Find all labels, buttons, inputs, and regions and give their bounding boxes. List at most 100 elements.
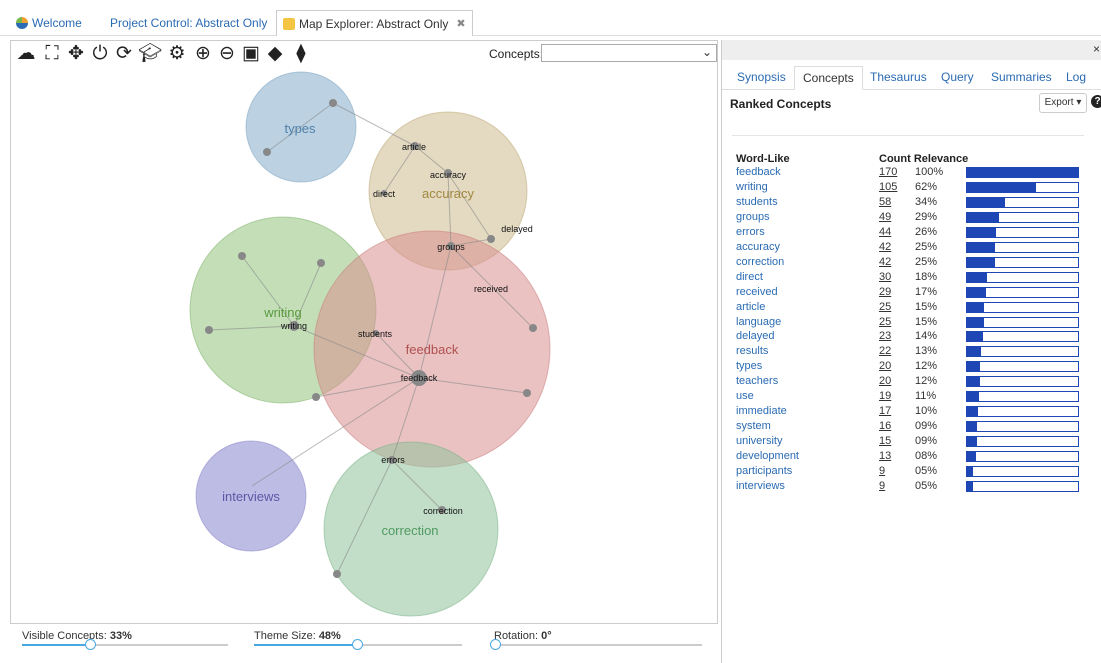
table-row[interactable]: errors 44 26% [736, 226, 1096, 241]
concept-count[interactable]: 44 [879, 226, 891, 238]
concept-count[interactable]: 25 [879, 301, 891, 313]
table-row[interactable]: participants 9 05% [736, 465, 1096, 480]
concept-word[interactable]: received [736, 286, 778, 298]
theme-size-slider[interactable]: Theme Size: 48% [254, 628, 462, 658]
concept-count[interactable]: 16 [879, 420, 891, 432]
table-row[interactable]: writing 105 62% [736, 181, 1096, 196]
slider-knob[interactable] [85, 639, 96, 650]
table-row[interactable]: interviews 9 05% [736, 480, 1096, 495]
concept-word[interactable]: groups [736, 211, 770, 223]
concept-word[interactable]: development [736, 450, 799, 462]
concept-count[interactable]: 170 [879, 166, 897, 178]
tab-log[interactable]: Log [1058, 66, 1094, 90]
concept-count[interactable]: 49 [879, 211, 891, 223]
concept-word[interactable]: participants [736, 465, 792, 477]
table-row[interactable]: groups 49 29% [736, 211, 1096, 226]
tab-welcome[interactable]: Welcome [10, 12, 88, 34]
tab-map-explorer[interactable]: Map Explorer: Abstract Only ✖ [276, 10, 473, 36]
zoom-out-icon[interactable]: ⊖ [216, 43, 238, 65]
concept-word[interactable]: delayed [736, 330, 775, 342]
fit-icon[interactable]: ⛶ [41, 43, 63, 65]
concept-count[interactable]: 105 [879, 181, 897, 193]
tab-summaries[interactable]: Summaries [983, 66, 1060, 90]
concept-count[interactable]: 13 [879, 450, 891, 462]
concept-word[interactable]: results [736, 345, 768, 357]
concept-word[interactable]: article [736, 301, 765, 313]
concept-word[interactable]: correction [736, 256, 784, 268]
slider-knob[interactable] [490, 639, 501, 650]
tab-query[interactable]: Query [933, 66, 982, 90]
table-row[interactable]: system 16 09% [736, 420, 1096, 435]
tab-project-control[interactable]: Project Control: Abstract Only ✖ [104, 12, 291, 34]
concept-map[interactable]: types accuracy writing feedback intervie… [11, 67, 717, 623]
slider-knob[interactable] [352, 639, 363, 650]
refresh-icon[interactable]: ⟳ [113, 43, 135, 65]
concept-count[interactable]: 42 [879, 241, 891, 253]
close-tab-icon[interactable]: ✖ [456, 17, 465, 30]
concept-word[interactable]: types [736, 360, 762, 372]
concept-word[interactable]: interviews [736, 480, 785, 492]
concept-word[interactable]: errors [736, 226, 765, 238]
concept-count[interactable]: 22 [879, 345, 891, 357]
concept-word[interactable]: teachers [736, 375, 778, 387]
concept-count[interactable]: 29 [879, 286, 891, 298]
concept-word[interactable]: writing [736, 181, 768, 193]
tab-thesaurus[interactable]: Thesaurus [862, 66, 935, 90]
table-row[interactable]: direct 30 18% [736, 271, 1096, 286]
tags-icon[interactable]: ⧫ [290, 43, 312, 65]
concept-count[interactable]: 23 [879, 330, 891, 342]
concept-count[interactable]: 42 [879, 256, 891, 268]
help-icon[interactable]: ? [1091, 95, 1101, 108]
power-icon[interactable]: ⏻ [89, 43, 111, 65]
table-row[interactable]: language 25 15% [736, 316, 1096, 331]
concept-word[interactable]: university [736, 435, 782, 447]
concept-count[interactable]: 19 [879, 390, 891, 402]
visible-concepts-slider[interactable]: Visible Concepts: 33% [22, 628, 228, 658]
graduation-cap-icon[interactable]: 🎓︎ [138, 43, 162, 65]
table-row[interactable]: results 22 13% [736, 345, 1096, 360]
table-row[interactable]: received 29 17% [736, 286, 1096, 301]
concept-count[interactable]: 30 [879, 271, 891, 283]
concept-word[interactable]: immediate [736, 405, 787, 417]
settings-icon[interactable]: ⚙ [166, 43, 188, 65]
tab-synopsis[interactable]: Synopsis [729, 66, 794, 90]
concept-count[interactable]: 15 [879, 435, 891, 447]
concept-count[interactable]: 25 [879, 316, 891, 328]
table-row[interactable]: accuracy 42 25% [736, 241, 1096, 256]
table-row[interactable]: correction 42 25% [736, 256, 1096, 271]
concept-count[interactable]: 20 [879, 375, 891, 387]
table-row[interactable]: types 20 12% [736, 360, 1096, 375]
table-row[interactable]: feedback 170 100% [736, 166, 1096, 181]
tab-concepts[interactable]: Concepts [794, 66, 863, 90]
concept-count[interactable]: 9 [879, 465, 885, 477]
concept-word[interactable]: use [736, 390, 754, 402]
concepts-select[interactable]: ⌄ [541, 44, 717, 62]
table-row[interactable]: article 25 15% [736, 301, 1096, 316]
image-icon[interactable]: ▣ [240, 43, 262, 65]
concept-relevance: 62% [915, 180, 938, 193]
table-row[interactable]: university 15 09% [736, 435, 1096, 450]
concept-count[interactable]: 9 [879, 480, 885, 492]
concept-word[interactable]: accuracy [736, 241, 780, 253]
rotation-slider[interactable]: Rotation: 0° [490, 628, 702, 658]
tag-icon[interactable]: ◆ [264, 43, 286, 65]
table-row[interactable]: delayed 23 14% [736, 330, 1096, 345]
table-row[interactable]: students 58 34% [736, 196, 1096, 211]
cloud-icon[interactable]: ☁ [15, 43, 37, 65]
concept-word[interactable]: direct [736, 271, 763, 283]
concept-word[interactable]: language [736, 316, 781, 328]
table-row[interactable]: immediate 17 10% [736, 405, 1096, 420]
concept-count[interactable]: 20 [879, 360, 891, 372]
table-row[interactable]: development 13 08% [736, 450, 1096, 465]
concept-word[interactable]: feedback [736, 166, 781, 178]
move-icon[interactable]: ✥ [65, 43, 87, 65]
close-icon[interactable]: × [1093, 42, 1100, 56]
export-button[interactable]: Export ▾ [1039, 93, 1087, 113]
table-row[interactable]: use 19 11% [736, 390, 1096, 405]
concept-count[interactable]: 58 [879, 196, 891, 208]
concept-count[interactable]: 17 [879, 405, 891, 417]
concept-word[interactable]: system [736, 420, 771, 432]
zoom-in-icon[interactable]: ⊕ [192, 43, 214, 65]
table-row[interactable]: teachers 20 12% [736, 375, 1096, 390]
concept-word[interactable]: students [736, 196, 778, 208]
